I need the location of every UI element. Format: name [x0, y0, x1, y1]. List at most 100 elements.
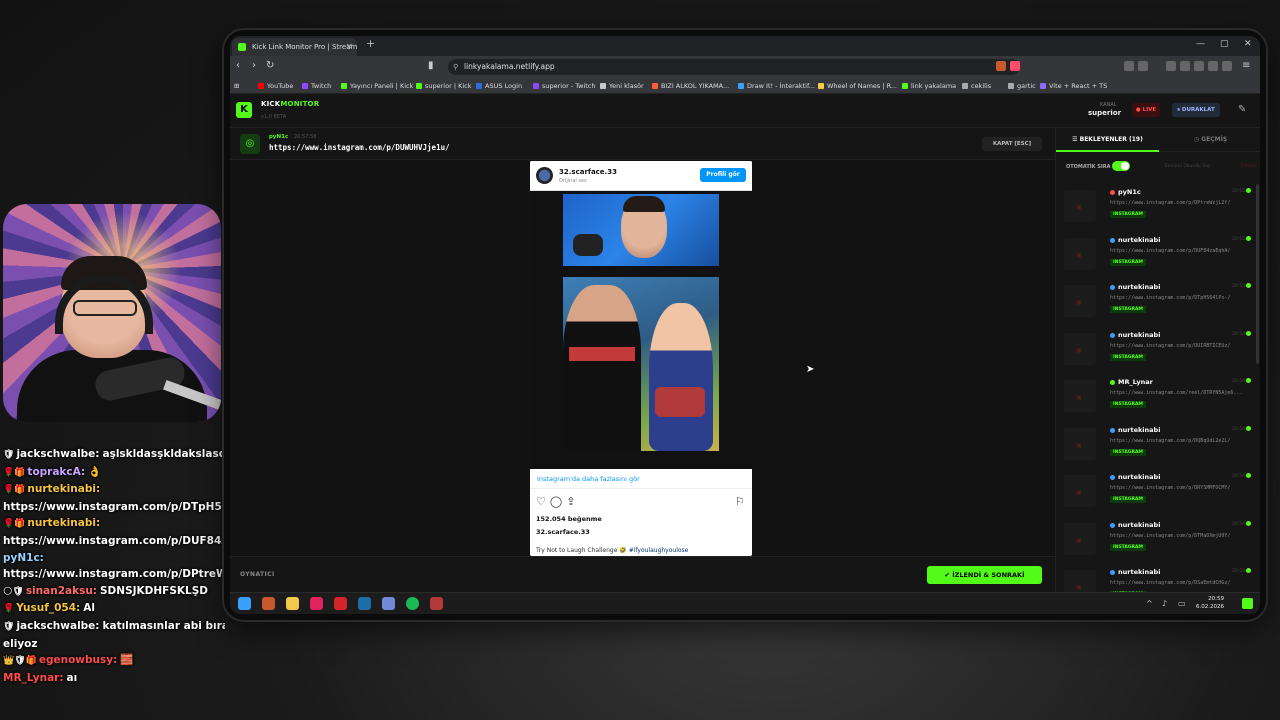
- tab-waiting[interactable]: ☰ BEKLEYENLER (19): [1056, 128, 1159, 152]
- video-player[interactable]: [530, 191, 752, 469]
- reader-icon[interactable]: [1138, 61, 1148, 71]
- chat-username[interactable]: jackschwalbe:: [16, 620, 99, 632]
- obs-icon[interactable]: [430, 597, 443, 610]
- red-app-icon[interactable]: [334, 597, 347, 610]
- start-icon[interactable]: [238, 597, 251, 610]
- chat-message: MR_Lynar: aı: [3, 670, 225, 687]
- caption-hashtag[interactable]: #ifyoulaughyoulose: [629, 547, 689, 554]
- chat-username[interactable]: toprakcA:: [27, 466, 85, 478]
- bookmark-item[interactable]: BIZI ALKOL YIKAMA...: [652, 80, 729, 92]
- bookmark-item[interactable]: link yakalama: [902, 80, 956, 92]
- extensions-icon[interactable]: [1208, 61, 1218, 71]
- chat-username[interactable]: nurtekinabi:: [27, 483, 100, 495]
- system-clock[interactable]: 20:59 6.02.2026: [1196, 595, 1224, 611]
- bookmark-item[interactable]: cekilis: [962, 80, 991, 92]
- link-url[interactable]: https://www.instagram.com/p/DUWUHVJje1u/: [269, 143, 450, 152]
- new-tab-icon[interactable]: +: [366, 37, 375, 50]
- brand-monitor: MONITOR: [280, 100, 320, 108]
- chat-username[interactable]: egenowbusy:: [39, 654, 117, 666]
- vpn-icon[interactable]: [1222, 61, 1232, 71]
- rewards-icon[interactable]: [1010, 61, 1020, 71]
- extension-icon[interactable]: [1124, 61, 1134, 71]
- queue-item[interactable]: ▣ pyN1c 20:55 https://www.instagram.com/p/D…: [1064, 184, 1252, 232]
- chat-username[interactable]: nurtekinabi:: [27, 517, 100, 529]
- bookmark-item[interactable]: Draw It! - İnteraktif...: [738, 80, 815, 92]
- toggle-knob: [1121, 162, 1129, 170]
- apps-grid-icon[interactable]: ⊞: [234, 80, 239, 92]
- menu-icon[interactable]: ≡: [1242, 60, 1250, 71]
- chat-username[interactable]: MR_Lynar:: [3, 672, 64, 684]
- close-window-icon[interactable]: ✕: [1244, 39, 1252, 49]
- close-tab-icon[interactable]: ×: [345, 38, 353, 56]
- embed-username[interactable]: 32.scarface.33: [559, 168, 617, 176]
- browser-tab[interactable]: Kick Link Monitor Pro | Stream ×: [232, 38, 357, 56]
- reload-icon[interactable]: ↻: [266, 60, 274, 71]
- settings-icon[interactable]: ✎: [1238, 104, 1246, 115]
- tray-mic-icon[interactable]: ♪: [1162, 599, 1167, 608]
- queue-thumbnail: ▣: [1064, 380, 1096, 412]
- bookmark-item[interactable]: gartic: [1008, 80, 1036, 92]
- queue-item[interactable]: ▣ nurtekinabi 20:55 https://www.instagram.c…: [1064, 279, 1252, 327]
- bookmark-icon[interactable]: ▮: [428, 60, 434, 71]
- tray-network-icon[interactable]: ▭: [1178, 599, 1186, 608]
- pin-app-icon[interactable]: [310, 597, 323, 610]
- maximize-icon[interactable]: ▢: [1220, 39, 1229, 49]
- url-bar[interactable]: ⚲ linkyakalama.netlify.app: [448, 59, 1020, 75]
- notification-icon[interactable]: [1242, 598, 1253, 609]
- discord-icon[interactable]: [382, 597, 395, 610]
- tray-chevron-icon[interactable]: ^: [1146, 599, 1153, 608]
- chat-username[interactable]: Yusuf_054:: [16, 602, 80, 614]
- queue-item[interactable]: ▣ nurtekinabi 20:54 https://www.instagram.c…: [1064, 327, 1252, 375]
- media-icon[interactable]: [1166, 61, 1176, 71]
- queue-item[interactable]: ▣ nurtekinabi 20:54 https://www.instagram.c…: [1064, 517, 1252, 565]
- back-icon[interactable]: ‹: [236, 60, 240, 71]
- bookmark-item[interactable]: Twitch: [302, 80, 331, 92]
- brave-browser-icon[interactable]: [262, 597, 275, 610]
- platform-badge: INSTAGRAM: [1110, 306, 1147, 313]
- caption-user[interactable]: 32.scarface.33: [536, 528, 590, 536]
- chat-username[interactable]: pyN1c:: [3, 552, 44, 564]
- mark-all-read-button[interactable]: Tümünü Okundu Say: [1164, 164, 1210, 169]
- auto-queue-toggle[interactable]: [1112, 161, 1130, 171]
- bookmark-item[interactable]: Yayıncı Paneli | Kick: [341, 80, 413, 92]
- view-profile-button[interactable]: Profili gör: [700, 168, 746, 182]
- view-more-link[interactable]: Instagram'da daha fazlasını gör: [530, 469, 752, 489]
- queue-scrollbar[interactable]: [1256, 184, 1259, 364]
- avatar[interactable]: [536, 167, 553, 184]
- steam-icon[interactable]: [358, 597, 371, 610]
- bookmark-item[interactable]: Yeni klasör: [600, 80, 644, 92]
- download-icon[interactable]: [1194, 61, 1204, 71]
- file-explorer-icon[interactable]: [286, 597, 299, 610]
- queue-time: 20:54: [1232, 331, 1245, 337]
- bookmark-item[interactable]: Wheel of Names | R...: [818, 80, 897, 92]
- queue-item[interactable]: ▣ nurtekinabi 20:55 https://www.instagram.c…: [1064, 232, 1252, 280]
- live-button[interactable]: ● LIVE: [1132, 103, 1160, 117]
- tab-history[interactable]: ◷ GEÇMİŞ: [1159, 128, 1260, 152]
- queue-item[interactable]: ▣ nurtekinabi 20:54 https://www.instagram.c…: [1064, 469, 1252, 517]
- bookmark-item[interactable]: YouTube: [258, 80, 293, 92]
- like-icon[interactable]: ♡: [536, 495, 550, 508]
- comment-icon[interactable]: ◯: [550, 495, 566, 508]
- spotify-icon[interactable]: [406, 597, 419, 610]
- brave-shield-icon[interactable]: [996, 61, 1006, 71]
- bookmark-item[interactable]: Vite + React + TS: [1040, 80, 1107, 92]
- queue-item[interactable]: ▣ MR_Lynar 20:54 https://www.instagram.com/…: [1064, 374, 1252, 422]
- bookmark-item[interactable]: superior | Kick: [416, 80, 472, 92]
- queue-thumbnail: ▣: [1064, 190, 1096, 222]
- save-icon[interactable]: ⚐: [735, 495, 745, 508]
- bookmark-item[interactable]: ASUS Login: [476, 80, 522, 92]
- minimize-icon[interactable]: —: [1196, 39, 1205, 49]
- watched-next-button[interactable]: ✔ İZLENDİ & SONRAKİ: [927, 566, 1042, 584]
- pause-button[interactable]: ⏸ DURAKLAT: [1172, 103, 1220, 117]
- bookmark-item[interactable]: superior - Twitch: [533, 80, 596, 92]
- forward-icon[interactable]: ›: [252, 60, 256, 71]
- share-icon[interactable]: ⇪: [566, 495, 579, 508]
- sidebar-icon[interactable]: [1180, 61, 1190, 71]
- clear-button[interactable]: Temizle: [1240, 164, 1257, 169]
- site-info-icon[interactable]: ⚲: [453, 59, 458, 75]
- chat-username[interactable]: jackschwalbe:: [16, 448, 99, 460]
- close-button[interactable]: KAPAT [ESC]: [982, 137, 1042, 151]
- queue-user: MR_Lynar: [1118, 378, 1153, 386]
- queue-item[interactable]: ▣ nurtekinabi 20:54 https://www.instagram.c…: [1064, 422, 1252, 470]
- chat-username[interactable]: sinan2aksu:: [26, 585, 97, 597]
